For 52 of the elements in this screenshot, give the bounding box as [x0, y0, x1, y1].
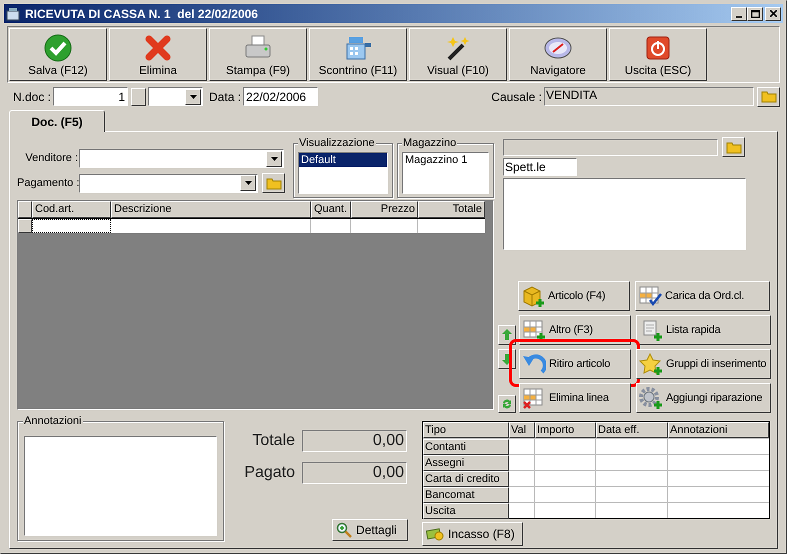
field-label: Causale :: [491, 88, 542, 106]
list-box[interactable]: Default: [298, 152, 388, 194]
field-label: N.doc :: [13, 88, 52, 106]
action-button[interactable]: Carica da Ord.cl.: [635, 281, 770, 311]
cash-in-button[interactable]: Incasso (F8): [422, 522, 523, 546]
group-title: Magazzino: [402, 137, 458, 150]
column-header: Totale: [418, 201, 485, 218]
field-label: Pagamento :: [17, 176, 79, 191]
field-label: Venditore :: [24, 151, 79, 166]
toolbar-button[interactable]: Salva (F12): [9, 28, 107, 81]
column-header: Descrizione: [111, 201, 311, 218]
row-header: Assegni: [423, 455, 509, 471]
total-label: Totale: [251, 431, 296, 451]
row-header: Bancomat: [423, 487, 509, 503]
action-button[interactable]: Lista rapida: [636, 315, 771, 345]
action-button[interactable]: Aggiungi riparazione: [636, 383, 771, 413]
toolbar-button[interactable]: Uscita (ESC): [609, 28, 707, 81]
column-header: Val: [509, 422, 535, 438]
column-header: Quant.: [311, 201, 351, 218]
total-field: 0,00: [302, 430, 408, 452]
tab[interactable]: Doc. (F5): [9, 110, 105, 132]
list-box[interactable]: Magazzino 1: [402, 152, 489, 194]
salutation-field[interactable]: Spett.le: [503, 158, 577, 176]
toolbar-button[interactable]: Stampa (F9): [209, 28, 307, 81]
toolbar-button[interactable]: Scontrino (F11): [309, 28, 407, 81]
details-button[interactable]: Dettagli: [332, 519, 408, 541]
action-button[interactable]: Articolo (F4): [518, 281, 630, 311]
column-header: Tipo: [423, 422, 509, 438]
column-header: Cod.art.: [32, 201, 111, 218]
action-button[interactable]: Elimina linea: [519, 383, 631, 413]
action-button[interactable]: Gruppi di inserimento: [636, 349, 771, 379]
window-title: RICEVUTA DI CASSA N. 1 del 22/02/2006: [25, 6, 258, 22]
document-number-field[interactable]: 1: [53, 87, 128, 106]
column-header: Prezzo: [351, 201, 418, 218]
toolbar-button[interactable]: Visual (F10): [409, 28, 507, 81]
row-header: Uscita: [423, 503, 509, 519]
action-button[interactable]: Ritiro articolo: [519, 349, 631, 379]
row-header: Contanti: [423, 439, 509, 455]
action-button[interactable]: Altro (F3): [519, 315, 631, 345]
column-header: Importo: [535, 422, 596, 438]
total-field: 0,00: [302, 462, 408, 484]
column-header: Annotazioni: [668, 422, 769, 438]
list-item[interactable]: Default: [299, 153, 387, 167]
toolbar-button[interactable]: Elimina: [109, 28, 207, 81]
total-label: Pagato: [243, 463, 296, 483]
date-field[interactable]: 22/02/2006: [243, 87, 318, 106]
list-item[interactable]: Magazzino 1: [403, 153, 488, 167]
row-header: Carta di credito: [423, 471, 509, 487]
toolbar-button[interactable]: Navigatore: [509, 28, 607, 81]
column-header: Data eff.: [596, 422, 668, 438]
reason-field[interactable]: VENDITA: [544, 87, 754, 106]
field-label: Data :: [209, 88, 242, 106]
